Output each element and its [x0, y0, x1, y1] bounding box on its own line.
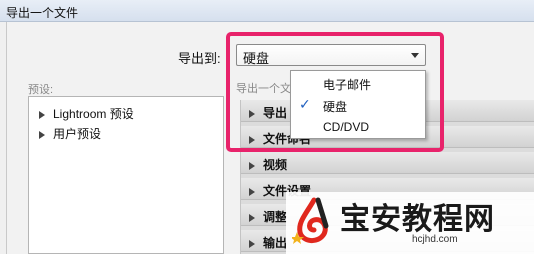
- watermark: 宝安教程网 hcjhd.com: [286, 192, 534, 254]
- tree-item-user-presets[interactable]: 用户预设: [39, 125, 101, 142]
- expand-arrow-icon: [249, 239, 255, 248]
- presets-label: 预设:: [28, 84, 54, 96]
- watermark-logo-icon: [292, 197, 329, 244]
- tree-item-label: 用户预设: [53, 127, 102, 141]
- expand-arrow-icon[interactable]: [39, 130, 45, 139]
- window-titlebar: 导出一个文件: [0, 0, 534, 22]
- export-to-label: 导出到:: [178, 51, 221, 66]
- watermark-url: hcjhd.com: [412, 234, 458, 245]
- presets-tree: Lightroom 预设 用户预设: [28, 96, 224, 254]
- annotation-highlight-frame: [226, 32, 444, 152]
- tree-item-label: Lightroom 预设: [53, 107, 134, 121]
- section-label: 调整: [263, 210, 288, 224]
- section-label: 输出: [263, 236, 288, 250]
- expand-arrow-icon: [249, 213, 255, 222]
- expand-arrow-icon[interactable]: [39, 110, 45, 119]
- tree-item-lightroom-presets[interactable]: Lightroom 预设: [39, 105, 134, 122]
- watermark-title: 宝安教程网: [340, 202, 495, 237]
- section-video[interactable]: 视频: [241, 152, 534, 174]
- section-label: 视频: [263, 158, 288, 172]
- window-title: 导出一个文件: [6, 6, 79, 20]
- expand-arrow-icon: [249, 161, 255, 170]
- expand-arrow-icon: [249, 187, 255, 196]
